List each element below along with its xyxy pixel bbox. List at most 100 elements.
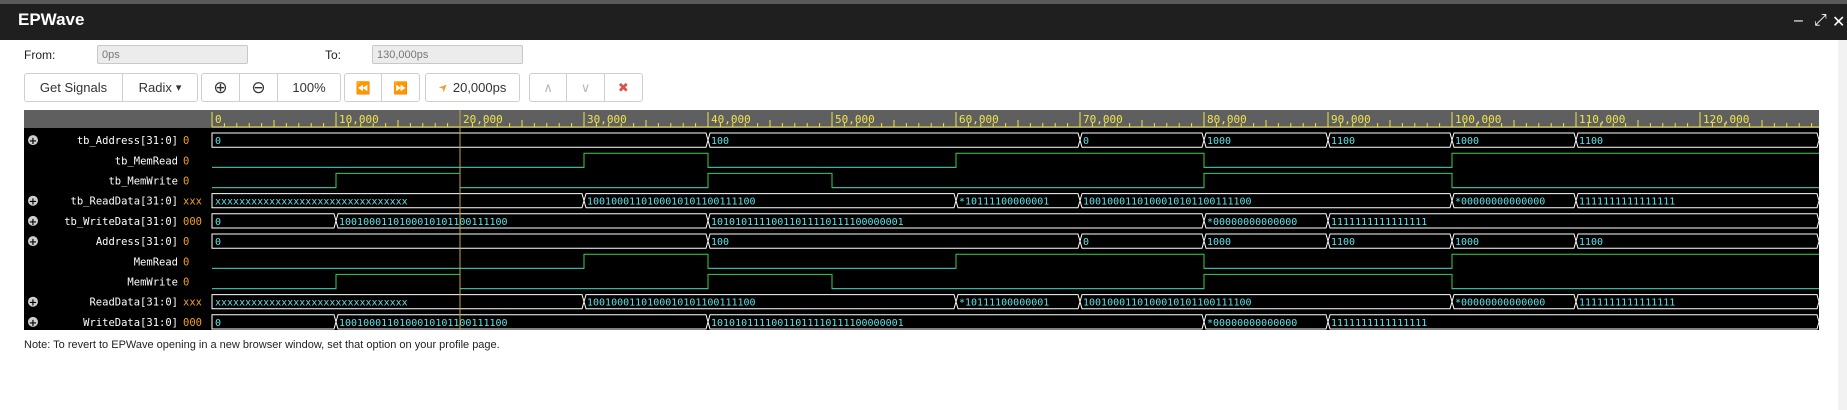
bus-value-label: 1001000110100010101100111100 (1083, 298, 1252, 309)
radix-button[interactable]: Radix ▾ (123, 74, 197, 101)
to-input[interactable] (372, 45, 523, 64)
ruler-tick-label: 30,000 (587, 113, 627, 126)
bus-value-label: 1001000110100010101100111100 (339, 217, 508, 228)
window-title: EPWave (18, 10, 85, 29)
signal-name[interactable]: WriteData[31:0] (83, 317, 178, 329)
signal-name[interactable]: MemWrite (127, 277, 178, 289)
ruler-tick-label: 20,000 (463, 113, 503, 126)
bus-segment (1079, 132, 1205, 148)
close-icon[interactable]: ✕ (1832, 12, 1845, 32)
time-ruler (24, 110, 1819, 128)
zoom-in-icon: ⊕ (213, 77, 228, 97)
ruler-tick-label: 40,000 (711, 113, 751, 126)
bus-value-label: *00000000000000 (1455, 197, 1545, 208)
bus-segment (1575, 132, 1819, 148)
zoom-in-button[interactable]: ⊕ (202, 74, 240, 101)
signal-name[interactable]: tb_MemRead (115, 155, 178, 167)
signal-cursor-value: 000 (183, 317, 202, 329)
bus-value-label: 0 (215, 237, 221, 248)
bus-value-label: 1111111111111111 (1331, 217, 1427, 228)
signal-cursor-value: 0 (183, 176, 189, 188)
bus-value-label: 0 (1083, 237, 1089, 248)
bus-value-label: 10101011110011011110111100000001 (711, 217, 904, 228)
from-input[interactable] (97, 45, 248, 64)
bus-value-label: *10111100000001 (959, 197, 1049, 208)
bus-value-label: 1000 (1455, 136, 1479, 147)
maximize-icon[interactable]: ⤢ (1814, 12, 1827, 30)
plus-icon: + (29, 318, 37, 329)
bus-value-label: 1100 (1331, 136, 1355, 147)
bus-value-label: 1111111111111111 (1579, 298, 1675, 309)
signal-cursor-value: 0 (183, 277, 189, 289)
signals-button-group: Get Signals Radix ▾ (24, 73, 198, 102)
bit-waveform (212, 152, 1819, 168)
zoom-button-group: ⊕ ⊖ 100% (201, 73, 341, 102)
window-edge (1838, 40, 1847, 410)
plus-icon: + (29, 237, 37, 248)
signal-cursor-value: 000 (183, 216, 202, 228)
bus-value-label: 1100 (1579, 237, 1603, 248)
signal-name[interactable]: MemRead (134, 256, 178, 268)
ruler-tick-label: 60,000 (959, 113, 999, 126)
signal-name[interactable]: Address[31:0] (96, 236, 178, 248)
signal-cursor-value: 0 (183, 256, 189, 268)
signal-name[interactable]: tb_WriteData[31:0] (64, 216, 178, 228)
bus-value-label: 1001000110100010101100111100 (1083, 197, 1252, 208)
bus-value-label: xxxxxxxxxxxxxxxxxxxxxxxxxxxxxxxx (215, 298, 408, 309)
bus-value-label: *00000000000000 (1207, 318, 1297, 329)
ruler-tick-label: 10,000 (339, 113, 379, 126)
fast-forward-icon: ⏩ (393, 80, 408, 95)
signal-name[interactable]: ReadData[31:0] (89, 297, 178, 309)
bus-value-label: 0 (215, 136, 221, 147)
ruler-tick-label: 70,000 (1083, 113, 1123, 126)
rewind-icon: ⏪ (355, 80, 371, 95)
bus-value-label: 1001000110100010101100111100 (587, 298, 756, 309)
radix-label: Radix (138, 80, 172, 95)
plus-icon: + (29, 217, 37, 228)
bus-segment (1575, 233, 1819, 249)
bit-waveform (212, 172, 1819, 189)
zoom-level-button[interactable]: 100% (278, 74, 340, 101)
navigate-button-group: ⏪ ⏩ (344, 73, 420, 102)
bus-segment (211, 314, 337, 330)
get-signals-button[interactable]: Get Signals (25, 74, 123, 101)
bus-value-label: 1100 (1579, 136, 1603, 147)
cursor-button-group: ➤ 20,000ps (425, 73, 520, 102)
bus-value-label: 1001000110100010101100111100 (587, 197, 756, 208)
move-up-button[interactable]: ∧ (530, 74, 568, 101)
plus-icon: + (29, 136, 37, 147)
remove-signal-button[interactable]: ✖ (605, 74, 642, 101)
bus-value-label: 1100 (1331, 237, 1355, 248)
zoom-out-icon: ⊖ (251, 77, 266, 97)
signal-name[interactable]: tb_ReadData[31:0] (71, 196, 178, 208)
bus-value-label: 0 (215, 318, 221, 329)
move-down-button[interactable]: ∨ (567, 74, 605, 101)
ruler-tick-label: 0 (215, 113, 222, 126)
bus-segment (1079, 233, 1205, 249)
chevron-down-icon: ▾ (175, 82, 182, 94)
cursor-time-button[interactable]: ➤ 20,000ps (426, 74, 519, 101)
bus-value-label: 1000 (1455, 237, 1479, 248)
bus-value-label: *10111100000001 (959, 298, 1049, 309)
waveform-canvas[interactable]: 0 10,000 20,000 30,000 40,000 50,000 60,000 70,… (24, 110, 1819, 330)
ruler-tick-label: 90,000 (1331, 113, 1371, 126)
bus-value-label: xxxxxxxxxxxxxxxxxxxxxxxxxxxxxxxx (215, 197, 408, 208)
fast-forward-button[interactable]: ⏩ (382, 74, 419, 101)
signal-cursor-value: xxx (183, 196, 202, 208)
bus-value-label: 0 (215, 217, 221, 228)
signal-name[interactable]: tb_Address[31:0] (77, 135, 178, 147)
rewind-button[interactable]: ⏪ (345, 74, 383, 101)
titlebar-top-strip (0, 0, 1847, 4)
waveform-panel[interactable]: 0 10,000 20,000 30,000 40,000 50,000 60,000 70,… (24, 110, 1819, 330)
profile-note: Note: To revert to EPWave opening in a n… (24, 339, 500, 351)
bit-waveform (212, 253, 1819, 269)
bus-segment (707, 233, 1081, 249)
minimize-icon[interactable]: ‒ (1794, 12, 1803, 30)
chevron-up-icon: ∧ (543, 79, 553, 95)
to-label: To: (325, 48, 342, 62)
signal-name[interactable]: tb_MemWrite (108, 176, 178, 188)
signal-actions-group: ∧ ∨ ✖ (529, 73, 643, 102)
bus-value-label: 0 (1083, 136, 1089, 147)
cursor-icon: ➤ (436, 80, 452, 96)
zoom-out-button[interactable]: ⊖ (240, 74, 278, 101)
